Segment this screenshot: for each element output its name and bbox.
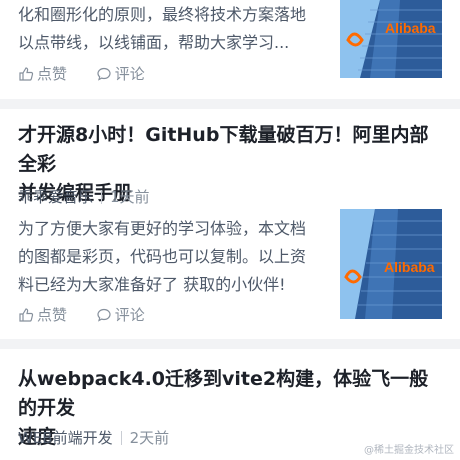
- like-label: 点赞: [37, 65, 68, 83]
- author-name[interactable]: WEB前端开发: [18, 429, 113, 447]
- article-summary: 化和圈形化的原则，最终将技术方案落地 以点带线，以线铺面，帮助大家学习...: [18, 1, 330, 57]
- like-button[interactable]: 点赞: [18, 63, 67, 84]
- article-thumbnail: Alibaba: [340, 0, 442, 78]
- comment-icon: [97, 308, 111, 322]
- article-meta: WEB前端开发 2天前: [18, 428, 169, 448]
- like-button[interactable]: 点赞: [18, 304, 67, 325]
- comment-label: 评论: [114, 65, 145, 83]
- like-label: 点赞: [37, 306, 68, 324]
- comment-button[interactable]: 评论: [96, 304, 145, 325]
- thumbs-up-icon: [19, 66, 34, 81]
- summary-line: 的图都是彩页，代码也可以复制。以上资: [18, 247, 307, 266]
- publish-time: 1天前: [110, 188, 150, 206]
- watermark: @稀土掘金技术社区: [364, 445, 454, 456]
- alibaba-logo-text: Alibaba: [384, 259, 435, 275]
- summary-line: 以点带线，以线铺面，帮助大家学习...: [18, 33, 290, 52]
- alibaba-logo-text: Alibaba: [385, 20, 436, 36]
- comment-label: 评论: [114, 306, 145, 324]
- comment-icon: [97, 67, 111, 81]
- author-name[interactable]: 乖乖爱音乐: [18, 188, 93, 206]
- comment-button[interactable]: 评论: [96, 63, 145, 84]
- article-card[interactable]: 化和圈形化的原则，最终将技术方案落地 以点带线，以线铺面，帮助大家学习... A…: [0, 0, 460, 100]
- title-line: 才开源8小时！GitHub下载量破百万！阿里内部全彩: [18, 124, 429, 175]
- article-actions: 点赞 评论: [18, 63, 169, 86]
- summary-line: 化和圈形化的原则，最终将技术方案落地: [18, 5, 307, 24]
- meta-separator: [101, 190, 103, 204]
- meta-separator: [120, 431, 122, 445]
- title-line: 从webpack4.0迁移到vite2构建，体验飞一般的开发: [18, 368, 429, 419]
- divider: [0, 339, 460, 349]
- article-actions: 点赞 评论: [18, 304, 169, 327]
- article-summary: 为了方便大家有更好的学习体验，本文档 的图都是彩页，代码也可以复制。以上资 料已…: [18, 215, 330, 299]
- publish-time: 2天前: [129, 429, 170, 447]
- summary-line: 料已经为大家准备好了 获取的小伙伴!: [18, 275, 286, 294]
- article-meta: 乖乖爱音乐 1天前: [18, 187, 150, 207]
- article-thumbnail: Alibaba: [340, 209, 442, 319]
- thumbs-up-icon: [19, 307, 34, 322]
- divider: [0, 99, 460, 109]
- article-card[interactable]: 才开源8小时！GitHub下载量破百万！阿里内部全彩 并发编程手册 乖乖爱音乐 1…: [0, 109, 460, 339]
- summary-line: 为了方便大家有更好的学习体验，本文档: [18, 219, 307, 238]
